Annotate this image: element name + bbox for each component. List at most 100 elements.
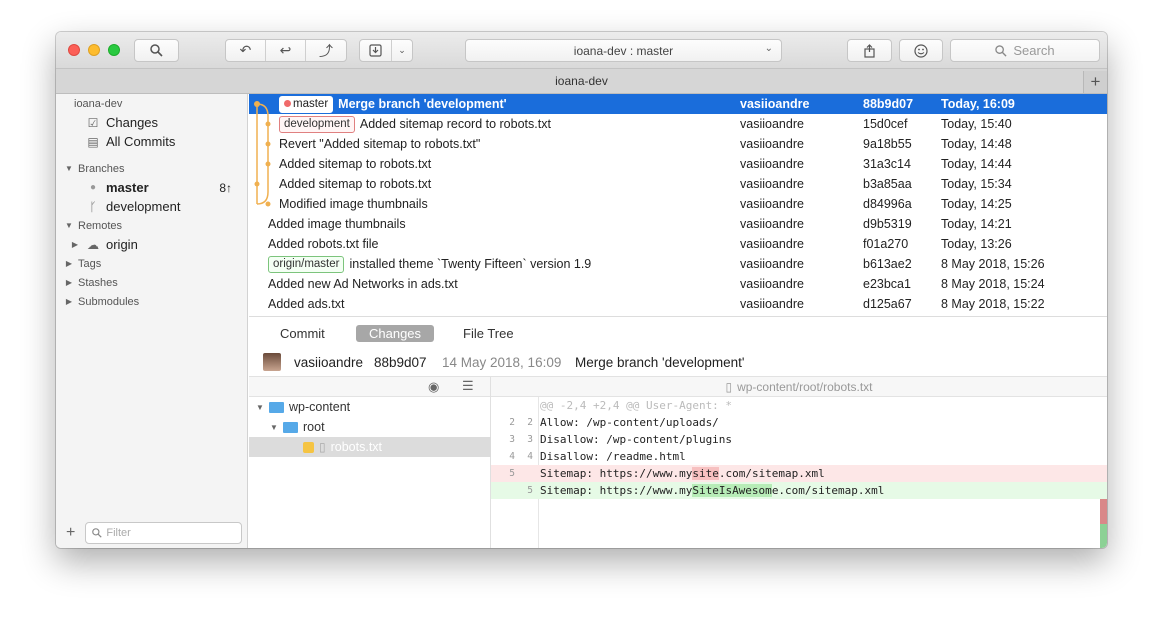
commit-hash: 15d0cef xyxy=(863,117,908,131)
commit-row[interactable]: Added new Ad Networks in ads.txt vasiioa… xyxy=(249,274,1107,294)
commit-hash: d84996a xyxy=(863,197,912,211)
sidebar-item-branch-development[interactable]: ᚴ development xyxy=(56,197,248,216)
commit-author: vasiioandre xyxy=(740,217,804,231)
close-window-button[interactable] xyxy=(68,44,80,56)
sidebar-item-branch-master[interactable]: ● master 8↑ xyxy=(56,178,248,197)
tree-item-label: robots.txt xyxy=(330,440,383,454)
graph-node xyxy=(254,181,260,187)
diff-minimap-deleted xyxy=(1100,499,1107,524)
commit-message-text: Added sitemap to robots.txt xyxy=(279,177,432,191)
commit-row[interactable]: Added image thumbnails vasiioandre d9b53… xyxy=(249,214,1107,234)
sidebar-item-all-commits[interactable]: ▤ All Commits xyxy=(56,132,248,151)
commit-row[interactable]: Added ads.txt vasiioandre d125a67 8 May … xyxy=(249,294,1107,314)
tree-folder-wp-content[interactable]: ▼ wp-content xyxy=(249,397,491,417)
commit-date: 8 May 2018, 15:26 xyxy=(941,257,1045,271)
push-icon: ⤴ xyxy=(319,42,333,59)
disclosure-open-icon: ▼ xyxy=(65,164,73,173)
commit-message-text: Added sitemap record to robots.txt xyxy=(359,117,551,131)
section-label: Submodules xyxy=(78,295,140,308)
sidebar-section-tags[interactable]: ▶ Tags xyxy=(56,254,248,273)
tree-folder-root[interactable]: ▼ root xyxy=(249,417,491,437)
section-label: Branches xyxy=(78,162,125,175)
commit-row[interactable]: Added sitemap to robots.txt vasiioandre … xyxy=(249,154,1107,174)
eye-icon[interactable]: ◉ xyxy=(428,379,439,395)
current-branch-dot-icon: ● xyxy=(89,182,97,193)
commit-author: vasiioandre xyxy=(740,157,804,171)
branch-ref-badge: development xyxy=(279,115,355,133)
branch-ref-badge: master xyxy=(279,95,334,113)
commit-hash: d125a67 xyxy=(863,297,912,311)
push-button[interactable]: ⤴ xyxy=(306,40,346,61)
diff-line: 22 Allow: /wp-content/uploads/ xyxy=(509,416,719,429)
minimize-window-button[interactable] xyxy=(88,44,100,56)
tab-ioana-dev[interactable]: ioana-dev xyxy=(555,74,608,88)
branch-label: development xyxy=(106,199,181,214)
folder-icon xyxy=(283,421,298,433)
commit-row[interactable]: master Merge branch 'development' vasiio… xyxy=(249,94,1107,114)
diff-line: 33 Disallow: /wp-content/plugins xyxy=(509,433,733,446)
search-input[interactable]: Search xyxy=(950,39,1100,62)
commit-author: vasiioandre xyxy=(740,177,804,191)
graph-node xyxy=(265,161,271,167)
stash-menu-button[interactable]: ⌄ xyxy=(392,40,412,61)
sidebar-item-remote-origin[interactable]: ▶ ☁ origin xyxy=(56,235,248,254)
sidebar-item-label: Changes xyxy=(106,115,159,130)
sidebar-section-branches[interactable]: ▼ Branches xyxy=(56,159,248,178)
files-header: ◉ ☰ xyxy=(249,377,490,397)
cloud-icon: ☁ xyxy=(87,237,99,252)
commit-hash: e23bca1 xyxy=(863,277,911,291)
pull-button[interactable]: ↩ xyxy=(266,40,306,61)
section-label: Remotes xyxy=(78,219,123,232)
repo-branch-label: ioana-dev : master xyxy=(573,43,674,58)
add-tab-button[interactable]: + xyxy=(1083,71,1107,93)
commit-message-text: Added new Ad Networks in ads.txt xyxy=(268,277,458,291)
add-repo-button[interactable]: + xyxy=(66,524,75,542)
graph-node xyxy=(254,101,260,107)
commit-author: vasiioandre xyxy=(740,257,804,271)
changes-icon: ☑ xyxy=(87,115,99,130)
commit-author: vasiioandre xyxy=(740,197,804,211)
tree-file-robots-txt[interactable]: ▯ robots.txt xyxy=(249,437,491,457)
commit-row[interactable]: Revert "Added sitemap to robots.txt" vas… xyxy=(249,134,1107,154)
commit-row[interactable]: development Added sitemap record to robo… xyxy=(249,114,1107,134)
commit-row[interactable]: Added sitemap to robots.txt vasiioandre … xyxy=(249,174,1107,194)
commit-row[interactable]: Added robots.txt file vasiioandre f01a27… xyxy=(249,234,1107,254)
search-button[interactable] xyxy=(134,39,179,62)
commit-hash: b613ae2 xyxy=(863,257,912,271)
section-label: Tags xyxy=(78,257,102,270)
sidebar-section-stashes[interactable]: ▶ Stashes xyxy=(56,273,248,292)
share-button[interactable] xyxy=(847,39,892,62)
commit-author: vasiioandre xyxy=(740,97,810,111)
file-icon: ▯ xyxy=(319,440,326,454)
plus-icon: + xyxy=(1090,72,1101,91)
diff-line: 44 Disallow: /readme.html xyxy=(509,450,686,463)
commit-message: development Added sitemap record to robo… xyxy=(279,115,551,133)
repo-branch-selector[interactable]: ioana-dev : master ⌄ xyxy=(465,39,782,62)
stash-buttons: ⌄ xyxy=(359,39,413,62)
fetch-button[interactable]: ↶ xyxy=(226,40,266,61)
commit-date: Today, 13:26 xyxy=(941,237,1012,251)
maximize-window-button[interactable] xyxy=(108,44,120,56)
tab-commit[interactable]: Commit xyxy=(267,325,338,342)
sidebar-filter-input[interactable]: Filter xyxy=(85,522,243,544)
list-view-icon[interactable]: ☰ xyxy=(462,378,474,394)
stash-button[interactable] xyxy=(360,40,392,61)
sidebar-item-changes[interactable]: ☑ Changes xyxy=(56,113,248,132)
disclosure-closed-icon: ▶ xyxy=(71,240,79,249)
commit-hash: b3a85aa xyxy=(863,177,912,191)
tab-changes[interactable]: Changes xyxy=(356,325,435,342)
file-icon: ▯ xyxy=(725,379,733,394)
sidebar-section-remotes[interactable]: ▼ Remotes xyxy=(56,216,248,235)
hunk-text: @@ -2,4 +2,4 @@ User-Agent: * xyxy=(540,399,733,412)
commit-message: master Merge branch 'development' xyxy=(279,95,507,113)
tab-file-tree[interactable]: File Tree xyxy=(450,325,527,342)
commit-message-text: Added sitemap to robots.txt xyxy=(279,157,432,171)
commit-message-text: Added robots.txt file xyxy=(268,237,379,251)
commit-row[interactable]: Modified image thumbnails vasiioandre d8… xyxy=(249,194,1107,214)
pull-icon: ↩ xyxy=(279,42,292,58)
commit-row[interactable]: origin/master installed theme `Twenty Fi… xyxy=(249,254,1107,274)
feedback-button[interactable] xyxy=(899,39,943,62)
sidebar-section-submodules[interactable]: ▶ Submodules xyxy=(56,292,248,311)
graph-node xyxy=(265,201,271,207)
commit-date: Today, 14:48 xyxy=(941,137,1012,151)
